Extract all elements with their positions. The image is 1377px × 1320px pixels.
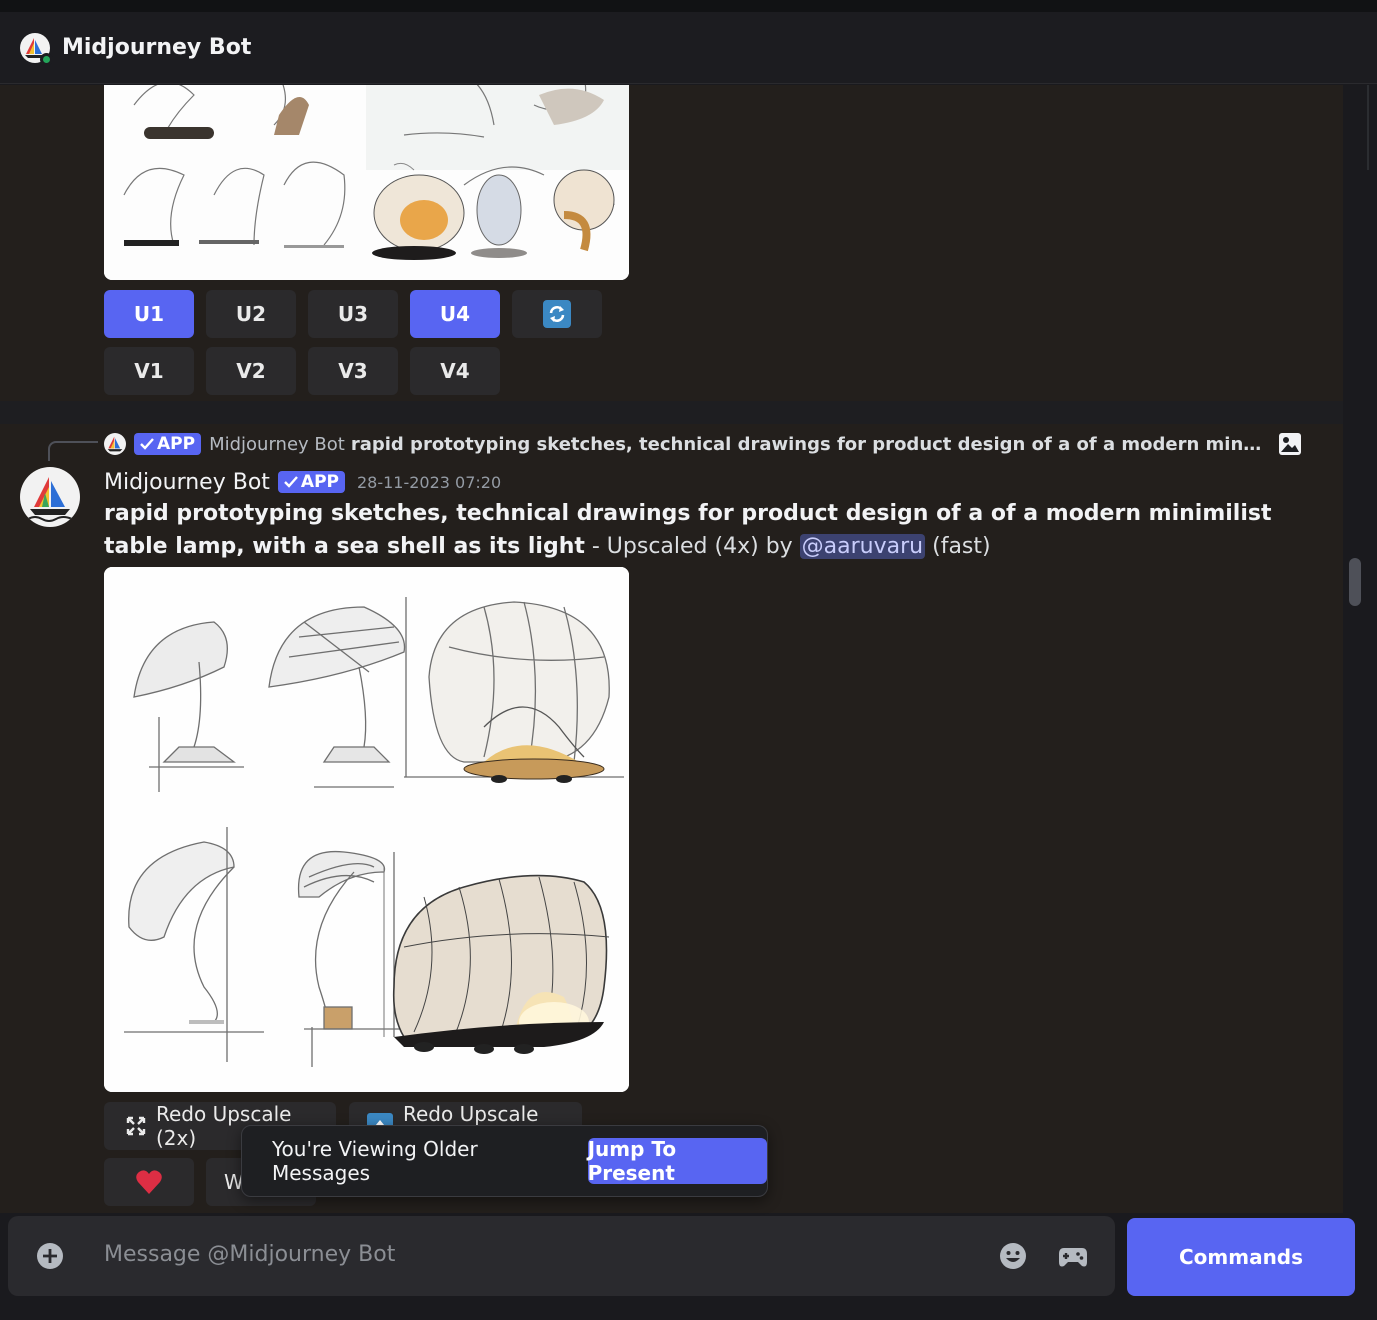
sailboat-logo-icon <box>107 436 123 452</box>
user-mention[interactable]: @aaruvaru <box>799 534 926 559</box>
message-composer: Message @Midjourney Bot <box>8 1216 1115 1296</box>
gamepad-icon[interactable] <box>1058 1242 1088 1274</box>
variation-button-v4[interactable]: V4 <box>410 347 500 395</box>
upscale-suffix: - Upscaled (4x) by <box>584 534 800 559</box>
author-name[interactable]: Midjourney Bot <box>104 470 270 495</box>
image-attachment-icon <box>1278 432 1302 461</box>
lamp-sketch-image <box>104 567 629 1092</box>
upscale-button-u1[interactable]: U1 <box>104 290 194 338</box>
author-avatar[interactable] <box>20 467 80 527</box>
channel-header: Midjourney Bot <box>0 12 1377 84</box>
variation-button-v2[interactable]: V2 <box>206 347 296 395</box>
emoji-icon[interactable] <box>998 1241 1028 1275</box>
sailboat-logo-icon <box>27 477 73 522</box>
app-badge: APP <box>277 471 345 493</box>
checkmark-icon <box>140 438 154 450</box>
window-top-strip <box>0 0 1377 12</box>
bot-avatar[interactable] <box>20 32 53 66</box>
checkmark-icon <box>284 476 298 488</box>
heart-icon <box>136 1170 162 1194</box>
message-timestamp: 28-11-2023 07:20 <box>356 472 502 492</box>
reply-text[interactable]: rapid prototyping sketches, technical dr… <box>351 434 1266 455</box>
jump-to-present-button[interactable]: Jump To Present <box>587 1137 767 1185</box>
scrollbar-thumb[interactable] <box>1349 558 1361 606</box>
message-input[interactable]: Message @Midjourney Bot <box>104 1242 395 1267</box>
message-header: Midjourney Bot APP 28-11-2023 07:20 <box>104 467 501 497</box>
upscale-button-u4[interactable]: U4 <box>410 290 500 338</box>
reroll-button[interactable] <box>512 290 602 338</box>
message-list: U1 U2 U3 U4 V1 V2 V3 V4 APP Midjourney B… <box>0 85 1343 1213</box>
older-messages-toast: You're Viewing Older Messages Jump To Pr… <box>241 1125 768 1197</box>
reply-avatar <box>104 433 126 455</box>
speed-text: (fast) <box>925 534 991 559</box>
toast-text: You're Viewing Older Messages <box>272 1137 478 1185</box>
image-grid-preview[interactable] <box>104 85 629 280</box>
message-divider <box>0 401 1343 424</box>
upscale-button-u3[interactable]: U3 <box>308 290 398 338</box>
commands-button[interactable]: Commands <box>1127 1218 1355 1296</box>
expand-icon <box>126 1116 146 1136</box>
like-button[interactable] <box>104 1158 194 1206</box>
upscale-button-u2[interactable]: U2 <box>206 290 296 338</box>
upscaled-image[interactable] <box>104 567 629 1092</box>
variation-button-v1[interactable]: V1 <box>104 347 194 395</box>
reply-reference[interactable]: APP Midjourney Bot rapid prototyping ske… <box>104 431 1301 457</box>
refresh-icon <box>543 300 571 328</box>
reply-connector <box>48 441 98 461</box>
add-attachment-icon[interactable] <box>36 1242 64 1274</box>
page-title: Midjourney Bot <box>62 35 252 60</box>
variation-button-v3[interactable]: V3 <box>308 347 398 395</box>
scrollbar[interactable] <box>1343 85 1377 1213</box>
reply-author[interactable]: Midjourney Bot <box>209 434 345 455</box>
lamp-sketch-grid-image <box>104 85 629 280</box>
message-content: rapid prototyping sketches, technical dr… <box>104 497 1304 563</box>
app-badge: APP <box>134 433 202 455</box>
online-status-icon <box>40 52 53 66</box>
